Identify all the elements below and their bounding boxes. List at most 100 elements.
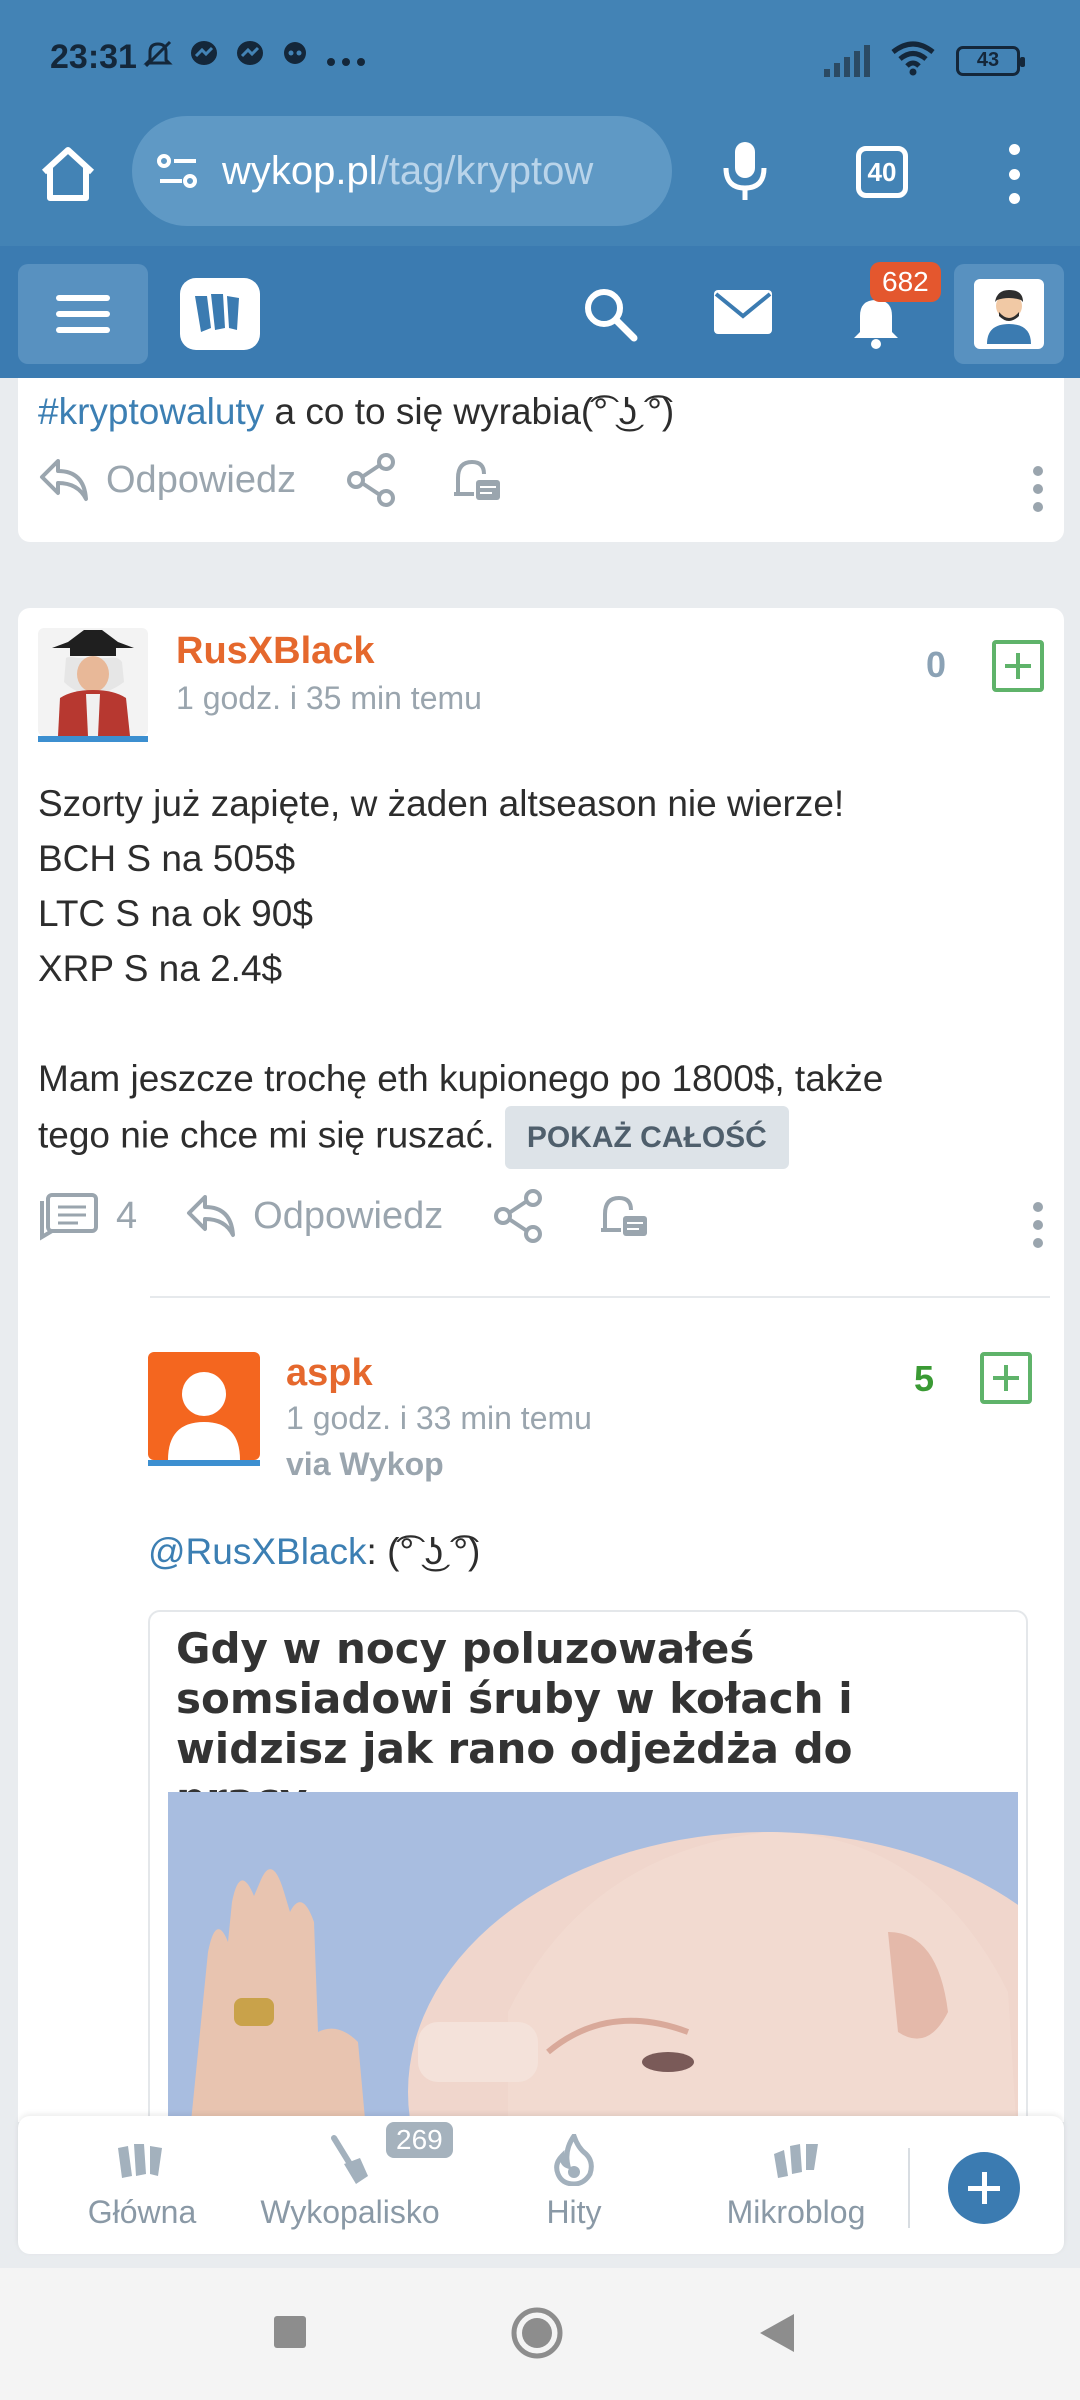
- wykop-logo-icon: [195, 294, 239, 332]
- browser-toolbar: wykop.pl/tag/kryptow 40: [0, 116, 1080, 246]
- reply-label: Odpowiedz: [106, 458, 297, 501]
- reply-time[interactable]: 1 godz. i 33 min temu: [286, 1400, 592, 1437]
- avatar: [974, 279, 1044, 349]
- mail-icon: [714, 290, 772, 334]
- nav-label: Główna: [87, 2194, 197, 2230]
- chat-icon: [280, 38, 312, 78]
- author-avatar[interactable]: [38, 628, 148, 742]
- post-line: XRP S na 2.4$: [38, 948, 283, 989]
- post-line-last: tego nie chce mi się ruszać. POKAŻ CAŁOŚ…: [38, 1106, 1038, 1169]
- author-avatar-image: [38, 628, 148, 742]
- more-notifications-icon: [326, 41, 366, 75]
- status-notification-icons: [142, 38, 366, 78]
- bell-comment-icon: [454, 459, 501, 500]
- nav-label: Wykopalisko: [260, 2194, 440, 2230]
- vote-count: 0: [926, 644, 947, 685]
- reply-text: : (͡° ͜ʖ ͡°): [366, 1531, 481, 1572]
- battery-indicator: 43: [956, 45, 1025, 76]
- home-nav-icon[interactable]: [510, 2306, 564, 2360]
- wykop-home-icon: [118, 2144, 162, 2178]
- reply-button[interactable]: Odpowiedz: [38, 457, 296, 503]
- post-text: a co to się wyrabia(͡° ͜ʖ ͡°): [264, 391, 675, 432]
- status-bar: 23:31 43: [0, 0, 1080, 116]
- address-bar[interactable]: wykop.pl/tag/kryptow: [132, 116, 672, 226]
- wykopalisko-count-badge: 269: [386, 2122, 453, 2158]
- browser-home-button[interactable]: [36, 142, 100, 206]
- meme-photo: [168, 1792, 1018, 2122]
- url-text: wykop.pl/tag/kryptow: [222, 149, 662, 194]
- nav-label: Hity: [546, 2194, 602, 2230]
- site-settings-icon[interactable]: [156, 153, 200, 189]
- mikroblog-icon: [774, 2144, 818, 2178]
- meme-photo-illustration: [168, 1792, 1018, 2122]
- voice-search-button[interactable]: [720, 138, 770, 204]
- post-more-button[interactable]: [1030, 1202, 1046, 1248]
- bottom-navigation: Główna Wykopalisko 269 Hity Mikroblog: [18, 2116, 1064, 2254]
- comments-icon: [40, 1193, 98, 1241]
- reply-body: @RusXBlack: (͡° ͜ʖ ͡°): [148, 1524, 480, 1579]
- reply-icon: [187, 1195, 236, 1237]
- hashtag-link[interactable]: #kryptowaluty: [38, 391, 264, 432]
- tab-switcher-button[interactable]: 40: [856, 146, 908, 198]
- back-icon[interactable]: [758, 2312, 796, 2354]
- status-time: 23:31: [50, 38, 137, 76]
- flame-icon: [554, 2134, 594, 2186]
- post-body: Szorty już zapięte, w żaden altseason ni…: [38, 776, 1038, 1169]
- hamburger-menu-button[interactable]: [18, 264, 148, 364]
- post-line: Szorty już zapięte, w żaden altseason ni…: [38, 783, 845, 824]
- wykop-logo[interactable]: [180, 278, 260, 350]
- share-button[interactable]: [491, 1188, 547, 1244]
- post-actions: Odpowiedz: [38, 452, 552, 508]
- messenger-icon: [188, 38, 220, 78]
- meme-image[interactable]: Gdy w nocy poluzowałeś somsiadowi śruby …: [148, 1610, 1028, 2122]
- reply-label: Odpowiedz: [253, 1194, 444, 1237]
- show-all-button[interactable]: POKAŻ CAŁOŚĆ: [504, 1106, 789, 1169]
- mention-link[interactable]: @RusXBlack: [148, 1531, 367, 1572]
- add-post-button[interactable]: [948, 2152, 1020, 2224]
- nav-hits[interactable]: Hity: [474, 2134, 674, 2231]
- post-card: RusXBlack 1 godz. i 35 min temu 0 Szorty…: [18, 608, 1064, 2122]
- status-system-icons: 43: [824, 40, 1025, 81]
- comments-button[interactable]: 4: [38, 1191, 137, 1241]
- post-line: BCH S na 505$: [38, 838, 296, 879]
- upvote-button[interactable]: [992, 640, 1044, 692]
- default-avatar-icon: [148, 1352, 260, 1466]
- nav-divider: [908, 2148, 910, 2228]
- wifi-icon: [890, 40, 936, 81]
- reply-author-name[interactable]: aspk: [286, 1352, 373, 1395]
- user-avatar-button[interactable]: [954, 264, 1064, 364]
- recents-icon[interactable]: [272, 2314, 308, 2350]
- reply-author-avatar[interactable]: [148, 1352, 260, 1466]
- post-body: #kryptowaluty a co to się wyrabia(͡° ͜ʖ …: [38, 384, 674, 439]
- divider: [150, 1296, 1050, 1298]
- android-navigation-bar: [0, 2268, 1080, 2400]
- post-actions: 4 Odpowiedz: [38, 1188, 699, 1244]
- microphone-icon: [723, 142, 767, 200]
- share-button[interactable]: [344, 452, 400, 508]
- reply-button[interactable]: Odpowiedz: [185, 1193, 443, 1239]
- share-icon: [494, 1189, 543, 1243]
- url-host: wykop.pl: [222, 148, 378, 193]
- user-avatar-icon: [987, 290, 1031, 344]
- search-icon: [585, 289, 638, 342]
- site-search-button[interactable]: [580, 284, 642, 346]
- post-time[interactable]: 1 godz. i 35 min temu: [176, 680, 482, 717]
- reply-via: via Wykop: [286, 1446, 444, 1482]
- bell-comment-icon: [601, 1195, 648, 1236]
- messenger-icon-2: [234, 38, 266, 78]
- post-more-button[interactable]: [1030, 466, 1046, 512]
- messages-button[interactable]: [712, 288, 774, 336]
- nav-mikroblog[interactable]: Mikroblog: [696, 2134, 896, 2231]
- shovel-icon: [331, 2135, 368, 2184]
- nav-main[interactable]: Główna: [42, 2134, 242, 2231]
- reply-upvote-button[interactable]: [980, 1352, 1032, 1404]
- comments-count: 4: [116, 1194, 138, 1237]
- mute-bell-icon: [142, 38, 174, 78]
- post-line: tego nie chce mi się ruszać.: [38, 1114, 495, 1156]
- browser-menu-button[interactable]: [1004, 144, 1024, 204]
- author-name[interactable]: RusXBlack: [176, 630, 375, 673]
- post-card-previous: #kryptowaluty a co to się wyrabia(͡° ͜ʖ …: [18, 378, 1064, 542]
- observe-button[interactable]: [595, 1188, 651, 1244]
- observe-button[interactable]: [448, 452, 504, 508]
- url-path: /tag/kryptow: [377, 148, 594, 193]
